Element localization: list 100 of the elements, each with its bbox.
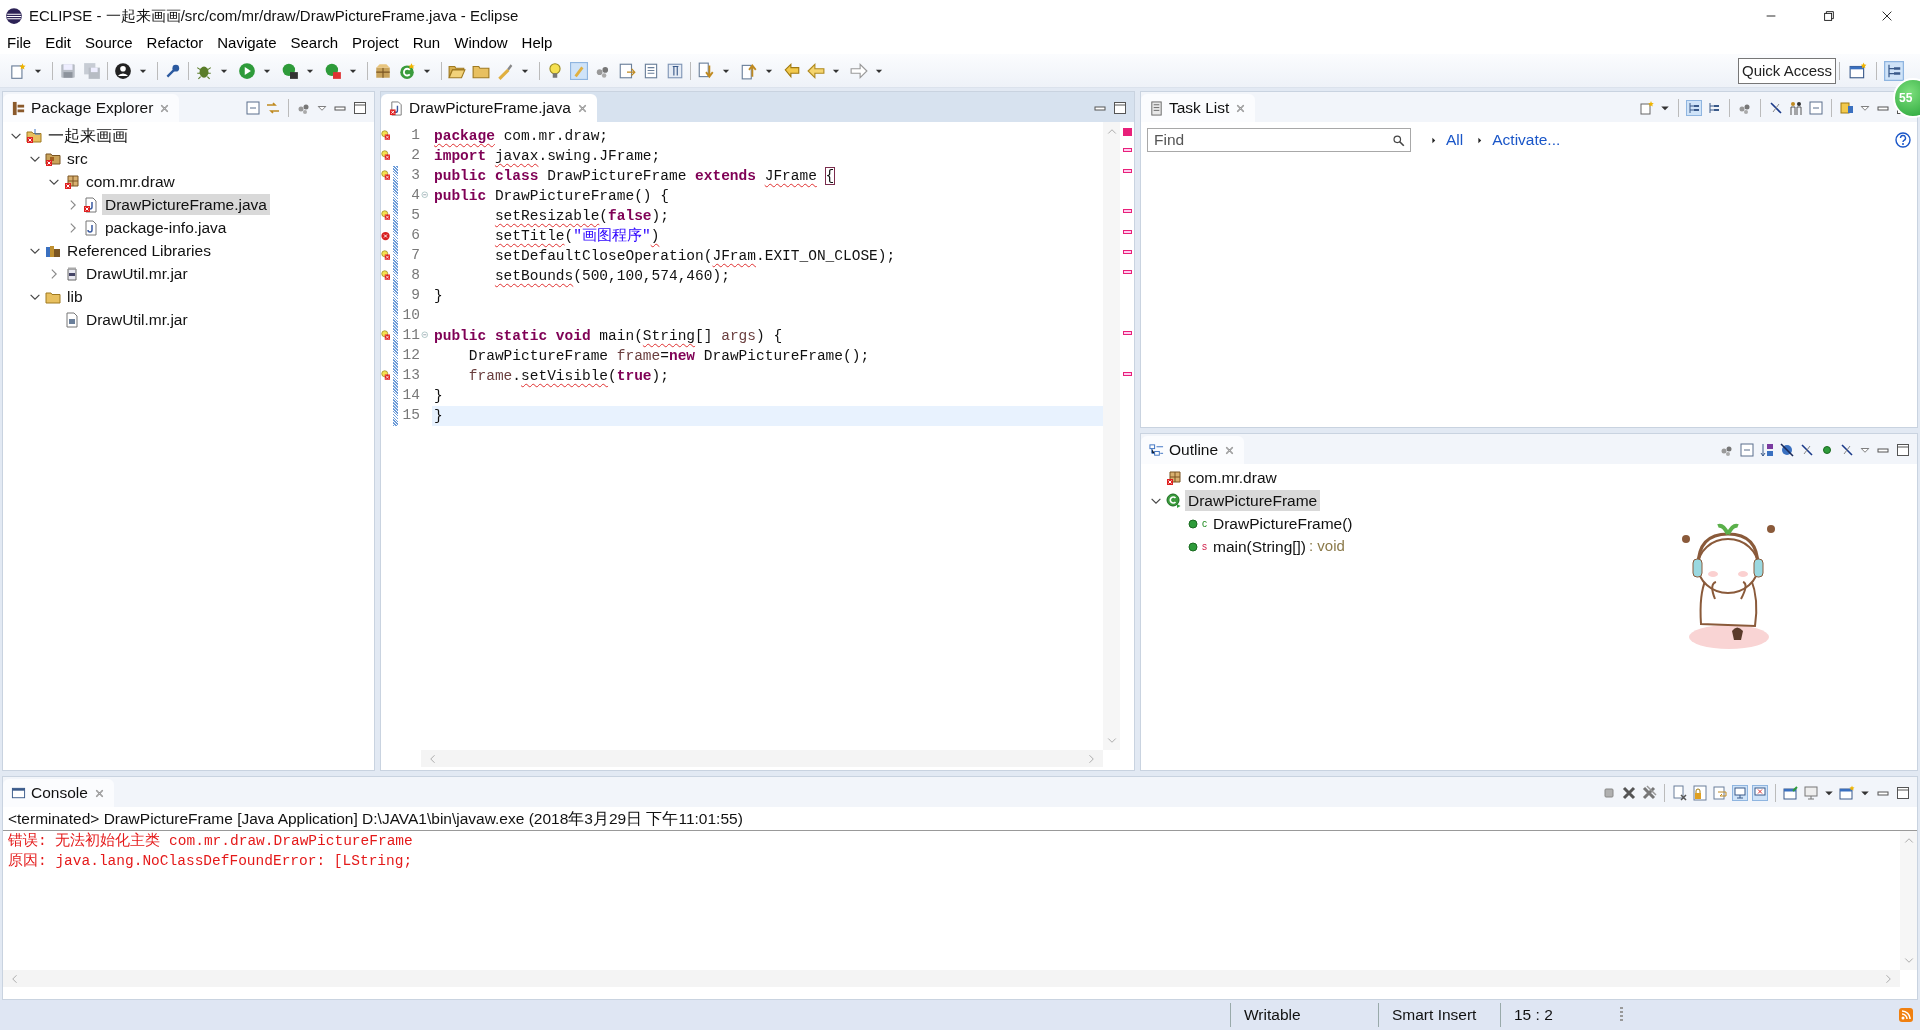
view-tab[interactable]: Task List <box>1141 94 1256 122</box>
quick-fix-icon[interactable] <box>381 170 393 182</box>
error-marker[interactable] <box>1123 148 1132 153</box>
maximize-icon[interactable] <box>1895 442 1911 458</box>
quick-fix-icon[interactable] <box>381 210 393 222</box>
tree-item[interactable]: com.mr.draw <box>83 171 178 192</box>
open-console-icon[interactable] <box>1839 785 1855 801</box>
save-icon[interactable] <box>59 61 77 80</box>
java-perspective-icon[interactable] <box>1884 60 1904 81</box>
menu-item[interactable]: Project <box>345 32 406 54</box>
code-token: extends <box>695 168 756 184</box>
coverage-icon[interactable] <box>281 61 299 80</box>
link[interactable]: Activate... <box>1492 128 1561 152</box>
error-marker[interactable] <box>1123 331 1132 335</box>
horizontal-scrollbar[interactable] <box>3 970 1900 987</box>
line-number: 15 <box>401 406 420 426</box>
brush-icon[interactable] <box>496 61 514 80</box>
new-icon[interactable] <box>9 61 27 80</box>
code-token: ( <box>608 368 617 384</box>
editor-tab[interactable]: DrawPictureFrame.java <box>381 94 597 122</box>
code-token: frame <box>616 348 661 364</box>
link-icon[interactable] <box>265 100 281 116</box>
quick-fix-icon[interactable] <box>381 250 393 262</box>
feed-icon[interactable] <box>1898 1007 1914 1023</box>
menu-item[interactable]: Navigate <box>210 32 284 54</box>
quick-fix-icon[interactable] <box>381 130 393 142</box>
clear-console-icon[interactable] <box>1672 785 1688 801</box>
tree-item[interactable]: package-info.java <box>102 217 230 238</box>
new-class-icon[interactable] <box>398 61 416 80</box>
tree-item[interactable]: DrawUtil.mr.jar <box>83 263 191 284</box>
toolbox-icon[interactable] <box>324 61 342 80</box>
quick-fix-icon[interactable] <box>381 370 393 382</box>
error-marker[interactable] <box>1123 229 1132 234</box>
vertical-scrollbar[interactable] <box>1900 831 1917 970</box>
source-folder-icon <box>45 150 61 167</box>
error-marker[interactable] <box>1123 270 1132 275</box>
menu-item[interactable]: Edit <box>38 32 79 54</box>
right-arrow-icon[interactable] <box>850 61 868 80</box>
user-icon[interactable] <box>114 61 132 80</box>
error-marker[interactable] <box>1123 128 1132 136</box>
view-tab[interactable]: Package Explorer <box>3 94 180 122</box>
error-marker[interactable] <box>1123 209 1132 214</box>
maximize-icon[interactable] <box>352 100 368 116</box>
quick-access-field[interactable]: Quick Access <box>1738 57 1836 84</box>
outline-item[interactable]: main(String[]) <box>1210 536 1310 557</box>
sort-icon[interactable] <box>1759 442 1775 458</box>
open-perspective-icon[interactable] <box>1849 61 1867 80</box>
code-token: public <box>434 188 487 204</box>
tree-item[interactable]: Referenced Libraries <box>64 240 214 261</box>
menu-item[interactable]: Window <box>447 32 515 54</box>
menu-item[interactable]: Refactor <box>139 32 211 54</box>
maximize-icon[interactable] <box>1112 100 1128 116</box>
menu-item[interactable]: Search <box>283 32 345 54</box>
maximize-icon[interactable] <box>1895 785 1911 801</box>
tree-item[interactable]: lib <box>64 286 86 307</box>
error-icon[interactable] <box>381 230 393 242</box>
tree-item[interactable]: DrawUtil.mr.jar <box>83 309 191 330</box>
menu-item[interactable]: Source <box>78 32 140 54</box>
run-icon[interactable] <box>238 61 256 80</box>
error-marker[interactable] <box>1123 371 1132 376</box>
document-icon[interactable] <box>618 61 636 80</box>
help-icon[interactable] <box>1895 132 1911 148</box>
lightbulb-icon[interactable] <box>546 61 564 80</box>
quick-fix-icon[interactable] <box>381 270 393 282</box>
grip-handle[interactable] <box>1620 1007 1623 1023</box>
code-token: false <box>608 208 652 224</box>
horizontal-scrollbar[interactable] <box>421 750 1103 767</box>
package-icon[interactable] <box>374 61 392 80</box>
line-number: 6 <box>410 226 420 246</box>
search-icon[interactable] <box>1392 134 1405 147</box>
remove-all-icon[interactable] <box>1641 785 1657 801</box>
link[interactable]: All <box>1446 128 1464 152</box>
code-token: ); <box>651 368 669 384</box>
console-line: 错误: 无法初始化主类 com.mr.draw.DrawPictureFrame <box>7 831 414 851</box>
left-arrow-icon[interactable] <box>807 61 825 80</box>
outline-item[interactable]: DrawPictureFrame() <box>1210 513 1356 534</box>
tree-item[interactable]: src <box>64 148 91 169</box>
quick-fix-icon[interactable] <box>381 330 393 342</box>
view-tab[interactable]: Console <box>3 779 114 807</box>
view-tab[interactable]: Outline <box>1141 436 1245 464</box>
code-token: ( <box>564 228 574 244</box>
quick-fix-icon[interactable] <box>381 150 393 162</box>
code-token: new <box>668 348 696 364</box>
outline-item[interactable]: com.mr.draw <box>1185 467 1280 488</box>
remove-launch-icon[interactable] <box>1621 785 1637 801</box>
code-token: DrawPictureFrame(); <box>703 348 870 364</box>
menu-item[interactable]: Help <box>514 32 560 54</box>
error-marker[interactable] <box>1123 249 1132 254</box>
back-icon[interactable] <box>783 61 801 80</box>
outline-item[interactable]: DrawPictureFrame <box>1185 490 1321 511</box>
document-icon[interactable] <box>642 61 660 80</box>
menu-item[interactable]: File <box>0 32 39 54</box>
error-marker[interactable] <box>1123 168 1132 173</box>
tree-item[interactable]: DrawPictureFrame.java <box>102 194 270 215</box>
menu-item[interactable]: Run <box>405 32 448 54</box>
console-icon <box>11 785 26 801</box>
package-icon <box>1166 469 1182 486</box>
tree-item[interactable]: 一起来画画 <box>45 125 131 146</box>
vertical-scrollbar[interactable] <box>1103 122 1120 750</box>
find-field[interactable]: Find <box>1147 128 1411 152</box>
